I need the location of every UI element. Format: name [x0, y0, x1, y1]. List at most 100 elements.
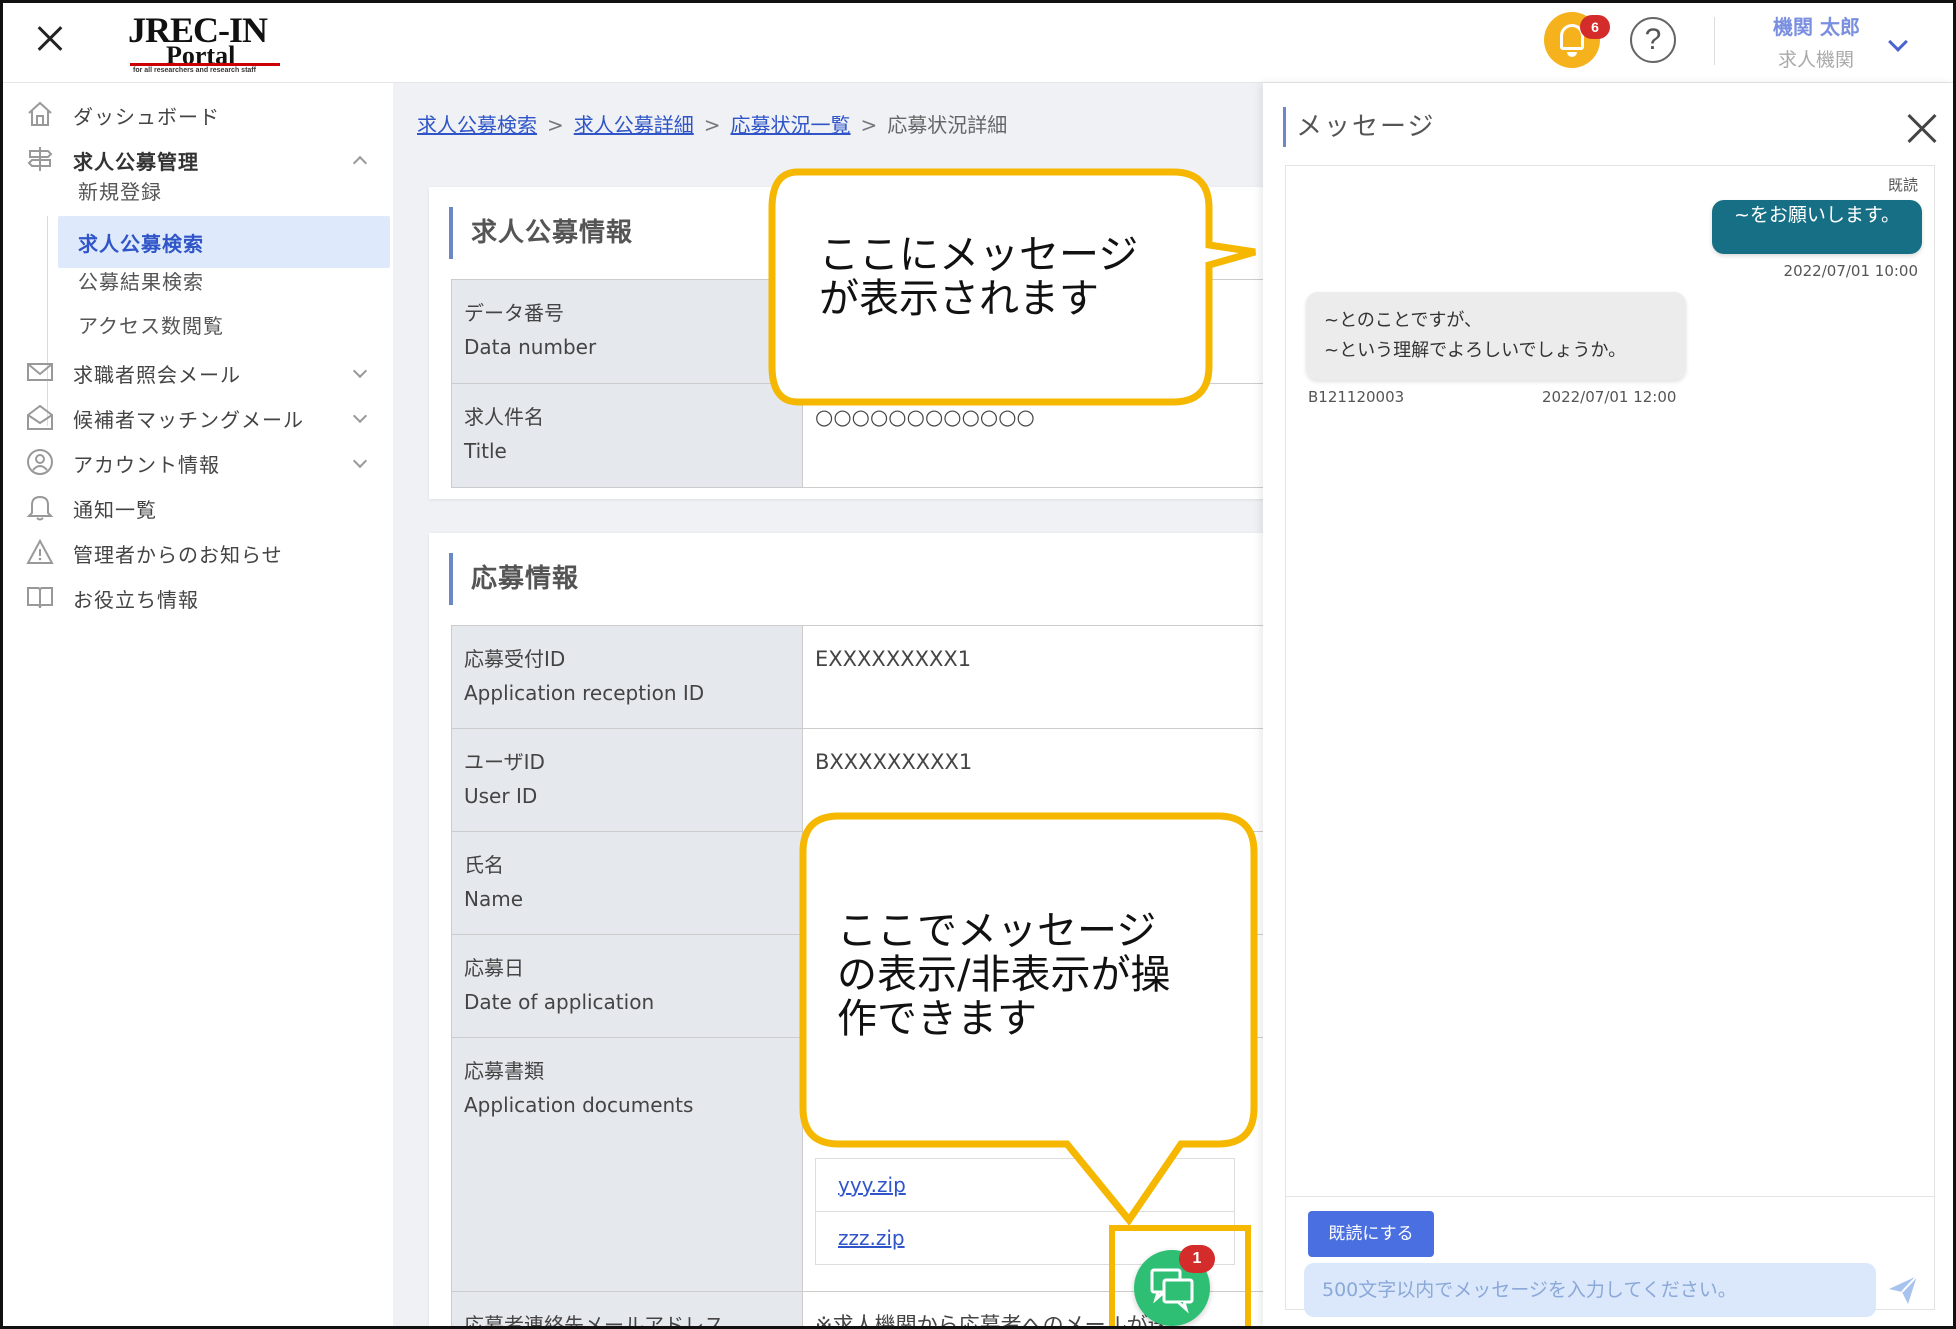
chat-unread-badge: 1: [1179, 1245, 1215, 1273]
send-icon[interactable]: [1886, 1273, 1920, 1307]
user-name[interactable]: 機関 太郎: [1773, 11, 1860, 40]
logo-underline: [130, 63, 280, 66]
message-thread[interactable]: 既読 ~をお願いします。 2022/07/01 10:00 ~とのことですが、 …: [1285, 165, 1935, 1317]
notification-count-badge: 6: [1580, 15, 1610, 39]
home-icon: [25, 100, 55, 130]
row-value: ○○○○○○○○○○○○: [815, 405, 1035, 429]
sidebar-item-dashboard[interactable]: ダッシュボード: [25, 93, 385, 137]
mail-icon: [25, 358, 55, 388]
label-en: Name: [464, 887, 524, 911]
breadcrumb-link[interactable]: 応募状況一覧: [731, 113, 851, 137]
label-ja: 氏名: [464, 853, 504, 877]
breadcrumb-separator: >: [547, 113, 564, 137]
breadcrumb-separator: >: [703, 113, 721, 137]
callout-top-text: ここにメッセージ が表示されます: [819, 232, 1139, 322]
row-label: 応募受付ID Application reception ID: [451, 626, 803, 728]
sidebar-item-inquiry-mail[interactable]: 求職者照会メール: [25, 351, 385, 395]
user-icon: [25, 448, 55, 478]
mail-open-icon: [25, 403, 55, 433]
bell-icon: [25, 493, 55, 523]
sidebar-item-label: 候補者マッチングメール: [73, 407, 304, 432]
message-panel: メッセージ 既読 ~をお願いします。 2022/07/01 10:00 ~とのこ…: [1263, 83, 1953, 1326]
message-panel-title: メッセージ: [1283, 107, 1435, 147]
row-label: 求人件名 Title: [451, 384, 803, 487]
label-ja: 求人件名: [464, 405, 544, 429]
row-value: EXXXXXXXXX1: [815, 647, 972, 671]
app-window: JREC-IN Portal for all researchers and r…: [0, 0, 1956, 1329]
chevron-down-icon[interactable]: [1888, 32, 1908, 52]
sidebar: ダッシュボード 求人公募管理 新規登録 求人公募検索 公募結果検索 アクセス数閲…: [3, 83, 393, 1326]
row-label: データ番号 Data number: [451, 280, 803, 383]
user-organization: 求人機関: [1778, 49, 1855, 71]
row-label: 氏名 Name: [451, 832, 803, 934]
table-row: 求人件名 Title ○○○○○○○○○○○○: [451, 384, 1263, 488]
label-en: User ID: [464, 784, 538, 808]
sidebar-item-notifications[interactable]: 通知一覧: [25, 486, 385, 530]
message-input[interactable]: [1304, 1263, 1876, 1317]
top-bar: JREC-IN Portal for all researchers and r…: [3, 3, 1953, 83]
mark-read-button[interactable]: 既読にする: [1308, 1211, 1434, 1257]
card-title: 求人公募情報: [449, 207, 633, 259]
chevron-down-icon: [352, 453, 368, 469]
table-row: 応募受付ID Application reception ID EXXXXXXXX…: [451, 626, 1263, 729]
close-icon[interactable]: [1903, 111, 1939, 147]
submenu-item-new-registration[interactable]: 新規登録: [58, 164, 390, 216]
warning-icon: [25, 538, 55, 568]
label-en: Data number: [464, 335, 597, 359]
help-icon[interactable]: ?: [1630, 17, 1676, 63]
label-ja: 応募書類: [464, 1059, 544, 1083]
card-title: 応募情報: [449, 553, 579, 605]
row-value: BXXXXXXXXX1: [815, 750, 973, 774]
label-ja: データ番号: [464, 301, 564, 325]
signpost-icon: [25, 145, 55, 175]
label-ja: 応募受付ID: [464, 647, 566, 671]
breadcrumb-link[interactable]: 求人公募検索: [417, 113, 537, 137]
sidebar-item-label: お役立ち情報: [73, 587, 199, 612]
incoming-message: ~とのことですが、 ~という理解でよろしいでしょうか。: [1306, 292, 1686, 380]
incoming-line: ~という理解でよろしいでしょうか。: [1324, 340, 1627, 361]
sidebar-item-admin-notices[interactable]: 管理者からのお知らせ: [25, 531, 385, 575]
breadcrumb-separator: >: [860, 113, 878, 137]
sidebar-item-useful-info[interactable]: お役立ち情報: [25, 576, 385, 620]
sidebar-item-label: 管理者からのお知らせ: [73, 542, 283, 567]
label-en: Title: [464, 439, 507, 463]
logo[interactable]: JREC-IN Portal for all researchers and r…: [128, 9, 288, 75]
breadcrumb: 求人公募検索 > 求人公募詳細 > 応募状況一覧 > 応募状況詳細: [417, 109, 1007, 138]
label-en: Application reception ID: [464, 681, 705, 705]
outgoing-message: ~をお願いします。: [1711, 200, 1922, 254]
breadcrumb-link[interactable]: 求人公募詳細: [574, 113, 694, 137]
sidebar-item-label: 求職者照会メール: [73, 362, 241, 387]
incoming-line: ~とのことですが、: [1324, 310, 1483, 331]
bell-clapper: [1567, 52, 1577, 57]
sidebar-item-label: アカウント情報: [73, 452, 220, 477]
compose-area: 既読にする: [1286, 1196, 1934, 1317]
table-row: ユーザID User ID BXXXXXXXXX1: [451, 729, 1263, 832]
document-link[interactable]: yyy.zip: [816, 1159, 1234, 1212]
read-status: 既読: [1887, 176, 1918, 194]
label-ja: 応募日: [464, 956, 524, 980]
outgoing-timestamp: 2022/07/01 10:00: [1783, 262, 1918, 280]
row-label: ユーザID User ID: [451, 729, 803, 831]
row-label: 応募書類 Application documents: [451, 1038, 803, 1291]
chevron-down-icon: [352, 408, 368, 424]
close-menu-icon[interactable]: [31, 19, 71, 59]
label-ja: 応募者連絡先メールアドレス: [464, 1313, 724, 1329]
submenu-item-access-count[interactable]: アクセス数閲覧: [58, 298, 390, 350]
sidebar-item-label: ダッシュボード: [73, 104, 220, 129]
book-icon: [25, 583, 55, 613]
breadcrumb-current: 応募状況詳細: [887, 113, 1008, 137]
incoming-timestamp: 2022/07/01 12:00: [1542, 388, 1677, 406]
sidebar-item-label: 通知一覧: [73, 497, 157, 522]
label-en: Application documents: [464, 1093, 694, 1117]
callout-bottom-text: ここでメッセージ の表示/非表示が操 作できます: [837, 908, 1171, 1042]
logo-tagline: for all researchers and research staff: [133, 67, 256, 74]
sidebar-item-account[interactable]: アカウント情報: [25, 441, 385, 485]
sidebar-item-matching-mail[interactable]: 候補者マッチングメール: [25, 396, 385, 440]
header-divider: [1714, 17, 1715, 65]
row-label: 応募者連絡先メールアドレス: [451, 1292, 803, 1329]
label-en: Date of application: [464, 990, 655, 1014]
chevron-down-icon: [352, 363, 368, 379]
sender-id: B121120003: [1308, 388, 1405, 406]
label-ja: ユーザID: [464, 750, 545, 774]
row-label: 応募日 Date of application: [451, 935, 803, 1037]
